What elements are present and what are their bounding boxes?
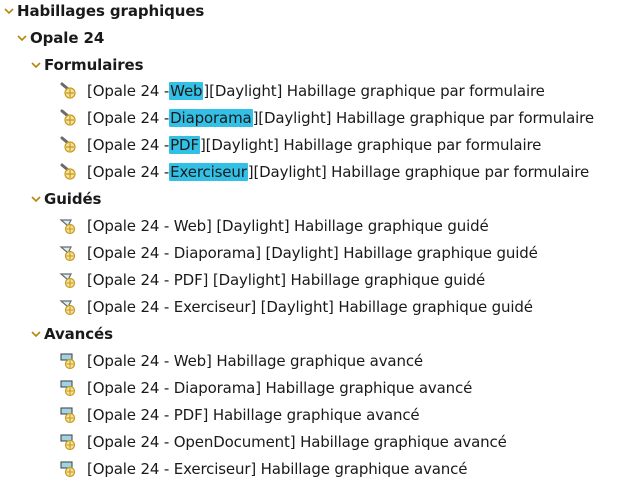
search-highlight: Web [169, 81, 204, 100]
tree-node-opale-24[interactable]: Opale 24 [17, 24, 104, 51]
skin-tree: Habillages graphiques Opale 24 Formulair… [0, 0, 642, 487]
form-skin-icon [57, 161, 79, 183]
search-highlight: PDF [169, 135, 200, 154]
chevron-down-icon[interactable] [31, 60, 41, 70]
tree-item-advanced-opendocument[interactable]: [Opale 24 - OpenDocument] Habillage grap… [57, 428, 507, 455]
advanced-skin-icon [57, 431, 79, 453]
tree-item-advanced-web[interactable]: [Opale 24 - Web] Habillage graphique ava… [57, 347, 423, 374]
tree-node-guides[interactable]: Guidés [31, 185, 101, 212]
form-skin-icon [57, 107, 79, 129]
tree-node-habillages-graphiques[interactable]: Habillages graphiques [4, 0, 204, 24]
tree-node-label: Avancés [44, 324, 113, 343]
tree-node-avances[interactable]: Avancés [31, 320, 113, 347]
tree-item-form-diaporama[interactable]: [Opale 24 - Diaporama] [Daylight] Habill… [57, 104, 594, 131]
tree-item-advanced-pdf[interactable]: [Opale 24 - PDF] Habillage graphique ava… [57, 401, 420, 428]
advanced-skin-icon [57, 458, 79, 480]
tree-item-advanced-exerciseur[interactable]: [Opale 24 - Exerciseur] Habillage graphi… [57, 455, 467, 482]
chevron-down-icon[interactable] [31, 194, 41, 204]
chevron-down-icon[interactable] [31, 329, 41, 339]
tree-item-form-exerciseur[interactable]: [Opale 24 - Exerciseur] [Daylight] Habil… [57, 158, 589, 185]
tree-item-advanced-diaporama[interactable]: [Opale 24 - Diaporama] Habillage graphiq… [57, 374, 472, 401]
advanced-skin-icon [57, 350, 79, 372]
tree-item-form-pdf[interactable]: [Opale 24 - PDF] [Daylight] Habillage gr… [57, 131, 541, 158]
search-highlight: Exerciseur [169, 162, 248, 181]
form-skin-icon [57, 134, 79, 156]
guided-skin-icon [57, 296, 79, 318]
tree-item-guided-pdf[interactable]: [Opale 24 - PDF] [Daylight] Habillage gr… [57, 266, 485, 293]
form-skin-icon [57, 80, 79, 102]
tree-node-label: Guidés [44, 189, 102, 208]
tree-node-label: Habillages graphiques [17, 1, 205, 20]
tree-item-guided-web[interactable]: [Opale 24 - Web] [Daylight] Habillage gr… [57, 212, 489, 239]
tree-item-guided-exerciseur[interactable]: [Opale 24 - Exerciseur] [Daylight] Habil… [57, 293, 533, 320]
tree-node-label: Opale 24 [30, 28, 105, 47]
chevron-down-icon[interactable] [17, 33, 27, 43]
tree-item-guided-diaporama[interactable]: [Opale 24 - Diaporama] [Daylight] Habill… [57, 239, 538, 266]
chevron-down-icon[interactable] [4, 6, 14, 16]
guided-skin-icon [57, 215, 79, 237]
search-highlight: Diaporama [169, 108, 253, 127]
guided-skin-icon [57, 269, 79, 291]
tree-node-label: Formulaires [44, 55, 144, 74]
advanced-skin-icon [57, 377, 79, 399]
guided-skin-icon [57, 242, 79, 264]
tree-node-formulaires[interactable]: Formulaires [31, 51, 144, 78]
advanced-skin-icon [57, 404, 79, 426]
tree-item-form-web[interactable]: [Opale 24 - Web] [Daylight] Habillage gr… [57, 77, 545, 104]
